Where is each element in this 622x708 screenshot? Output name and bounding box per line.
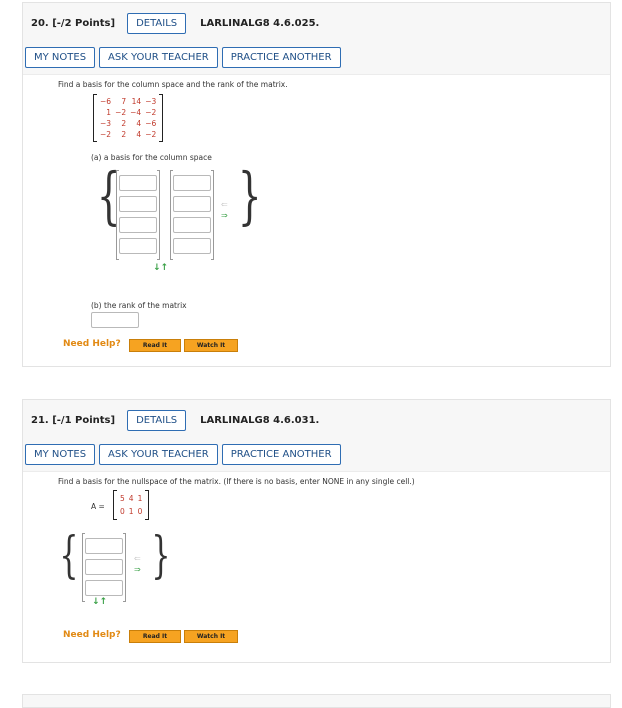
- matrix-label: A =: [91, 502, 105, 511]
- remove-column-arrow-icon[interactable]: ⇐: [221, 201, 228, 209]
- question-code: LARLINALG8 4.6.031.: [200, 414, 320, 426]
- matrix-cell: 4: [136, 130, 142, 139]
- matrix-cell: 4: [128, 494, 134, 503]
- answer-cell[interactable]: [85, 559, 123, 575]
- remove-column-arrow-icon[interactable]: ⇐: [134, 555, 141, 563]
- answer-cell[interactable]: [173, 196, 211, 212]
- question-number: 20. [-/2 Points]: [31, 17, 116, 29]
- watch-it-button[interactable]: Watch It: [184, 630, 238, 643]
- matrix-cell: −3: [100, 119, 112, 128]
- matrix-cell: −3: [145, 97, 157, 106]
- matrix-cell: 4: [136, 119, 142, 128]
- matrix-cell: −2: [100, 130, 112, 139]
- matrix-cell: 0: [120, 507, 125, 516]
- row-resize-arrows[interactable]: ↓↑: [92, 597, 107, 607]
- read-it-button[interactable]: Read It: [129, 630, 181, 643]
- question-prompt: Find a basis for the column space and th…: [58, 80, 288, 89]
- question-22-panel-edge: [22, 694, 611, 708]
- row-resize-arrows[interactable]: ↓↑: [153, 263, 168, 273]
- question-20-panel: 20. [-/2 Points] DETAILS LARLINALG8 4.6.…: [22, 2, 611, 367]
- matrix-cell: −6: [100, 97, 112, 106]
- matrix-cell: 14: [131, 97, 142, 106]
- question-number: 21. [-/1 Points]: [31, 414, 116, 426]
- answer-cell[interactable]: [119, 238, 157, 254]
- practice-another-button[interactable]: PRACTICE ANOTHER: [221, 47, 341, 68]
- answer-cell[interactable]: [119, 217, 157, 233]
- answer-cell[interactable]: [85, 580, 123, 596]
- right-brace: }: [237, 159, 262, 232]
- question-20-header: 20. [-/2 Points] DETAILS LARLINALG8 4.6.…: [23, 3, 610, 75]
- answer-cell[interactable]: [119, 196, 157, 212]
- add-row-arrow-icon[interactable]: ↓: [92, 597, 100, 607]
- matrix-cell: −2: [145, 130, 157, 139]
- answer-cell[interactable]: [173, 217, 211, 233]
- remove-row-arrow-icon[interactable]: ↑: [100, 597, 108, 607]
- answer-cell[interactable]: [173, 175, 211, 191]
- matrix-cell: −2: [145, 108, 157, 117]
- matrix-cell: −2: [115, 108, 127, 117]
- add-column-arrow-icon[interactable]: ⇒: [134, 566, 141, 574]
- matrix-cell: 2: [121, 130, 127, 139]
- question-prompt: Find a basis for the nullspace of the ma…: [58, 477, 415, 486]
- ask-teacher-button[interactable]: ASK YOUR TEACHER: [99, 444, 218, 465]
- details-button[interactable]: DETAILS: [127, 409, 187, 431]
- matrix-cell: 1: [106, 108, 112, 117]
- answer-cell[interactable]: [173, 238, 211, 254]
- practice-another-button[interactable]: PRACTICE ANOTHER: [221, 444, 341, 465]
- matrix-cell: 2: [121, 119, 127, 128]
- question-20-body: Find a basis for the column space and th…: [23, 75, 610, 365]
- coefficient-matrix: −6 7 14 −3 1 −2 −4 −2 −3 2 4 −6 −2 2 4 −…: [93, 94, 164, 142]
- question-21-header: 21. [-/1 Points] DETAILS LARLINALG8 4.6.…: [23, 400, 610, 472]
- matrix-cell: 5: [120, 494, 125, 503]
- right-brace: }: [151, 526, 171, 584]
- my-notes-button[interactable]: MY NOTES: [25, 444, 96, 465]
- need-help-label: Need Help?: [63, 630, 121, 640]
- ask-teacher-button[interactable]: ASK YOUR TEACHER: [99, 47, 218, 68]
- question-code: LARLINALG8 4.6.025.: [200, 17, 320, 29]
- matrix-cell: 7: [121, 97, 127, 106]
- need-help-label: Need Help?: [63, 339, 121, 349]
- matrix-cell: −4: [130, 108, 142, 117]
- rank-input[interactable]: [91, 312, 139, 328]
- answer-cell[interactable]: [85, 538, 123, 554]
- details-button[interactable]: DETAILS: [127, 12, 187, 34]
- question-21-panel: 21. [-/1 Points] DETAILS LARLINALG8 4.6.…: [22, 399, 611, 663]
- add-row-arrow-icon[interactable]: ↓: [153, 263, 161, 273]
- matrix-cell: 1: [137, 494, 143, 503]
- part-b-label: (b) the rank of the matrix: [91, 301, 187, 310]
- add-column-arrow-icon[interactable]: ⇒: [221, 212, 228, 220]
- my-notes-button[interactable]: MY NOTES: [25, 47, 96, 68]
- coefficient-matrix: 5 4 1 0 1 0: [113, 490, 150, 520]
- watch-it-button[interactable]: Watch It: [184, 339, 238, 352]
- remove-row-arrow-icon[interactable]: ↑: [161, 263, 169, 273]
- matrix-cell: 1: [128, 507, 134, 516]
- matrix-cell: 0: [137, 507, 143, 516]
- question-21-body: Find a basis for the nullspace of the ma…: [23, 472, 610, 662]
- left-brace: {: [59, 526, 79, 584]
- read-it-button[interactable]: Read It: [129, 339, 181, 352]
- matrix-cell: −6: [145, 119, 157, 128]
- answer-cell[interactable]: [119, 175, 157, 191]
